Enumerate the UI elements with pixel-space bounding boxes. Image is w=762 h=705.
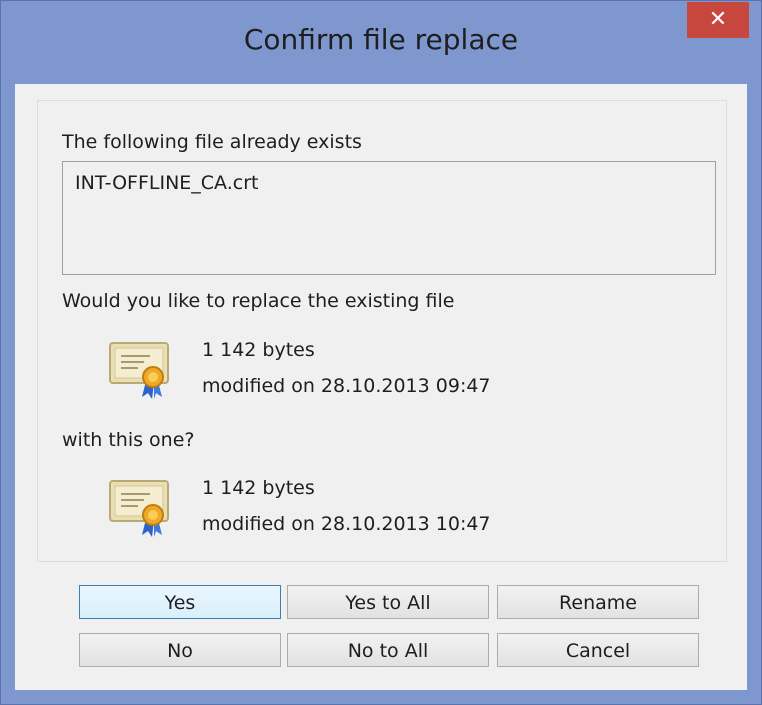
yes-button[interactable]: Yes (79, 585, 281, 619)
existing-file-modified: modified on 28.10.2013 09:47 (202, 375, 491, 397)
close-icon: ✕ (708, 7, 728, 32)
window-title: Confirm file replace (243, 23, 519, 56)
filename-text: INT-OFFLINE_CA.crt (75, 172, 259, 194)
certificate-icon (109, 342, 169, 399)
existing-file-size: 1 142 bytes (202, 339, 315, 361)
file-info-group: The following file already exists INT-OF… (37, 100, 727, 562)
filename-display: INT-OFFLINE_CA.crt (62, 161, 716, 275)
replace-question-label: Would you like to replace the existing f… (62, 290, 455, 312)
no-button[interactable]: No (79, 633, 281, 667)
title-bar[interactable]: Confirm file replace ✕ (1, 1, 761, 89)
with-this-one-label: with this one? (62, 429, 195, 451)
file-exists-label: The following file already exists (62, 131, 362, 153)
rename-button[interactable]: Rename (497, 585, 699, 619)
new-file-size: 1 142 bytes (202, 477, 315, 499)
new-file-modified: modified on 28.10.2013 10:47 (202, 513, 491, 535)
no-to-all-button[interactable]: No to All (287, 633, 489, 667)
close-button[interactable]: ✕ (687, 2, 749, 38)
cancel-button[interactable]: Cancel (497, 633, 699, 667)
confirm-file-replace-window: Confirm file replace ✕ The following fil… (0, 0, 762, 705)
dialog-client-area: The following file already exists INT-OF… (15, 84, 747, 690)
yes-to-all-button[interactable]: Yes to All (287, 585, 489, 619)
certificate-icon (109, 480, 169, 537)
